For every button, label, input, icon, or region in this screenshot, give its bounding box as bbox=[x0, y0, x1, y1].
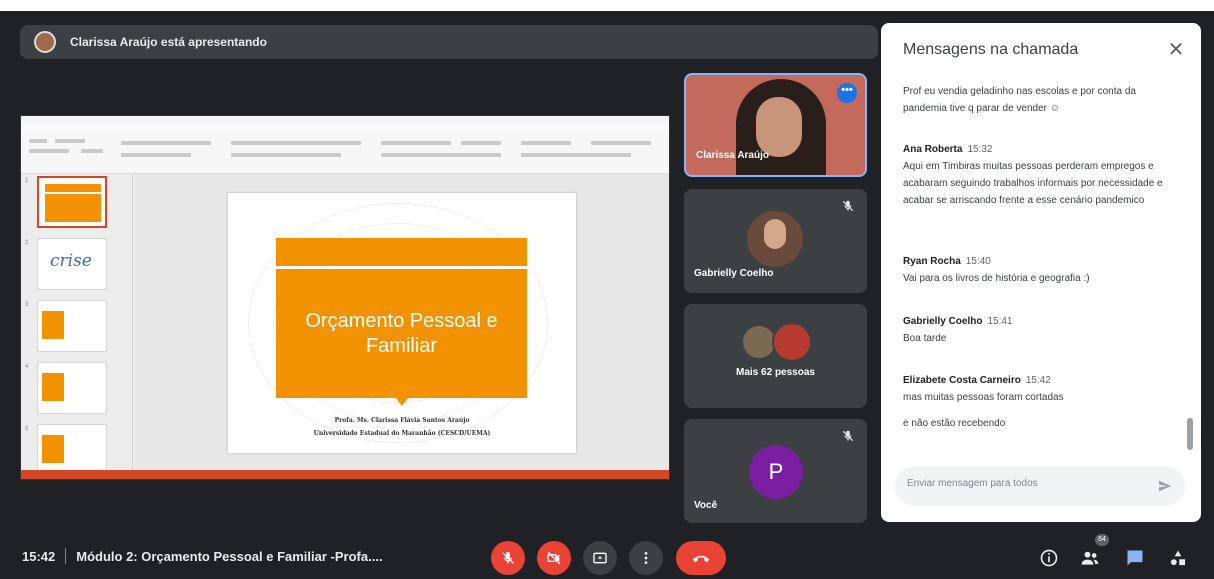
close-icon[interactable]: ✕ bbox=[1167, 40, 1185, 60]
send-icon[interactable] bbox=[1157, 478, 1173, 494]
slide-header-band bbox=[276, 238, 527, 266]
slide-thumbnail-1[interactable] bbox=[37, 176, 107, 228]
chat-message-input[interactable] bbox=[907, 478, 1147, 489]
chat-sender: Gabrielly Coelho bbox=[903, 316, 983, 327]
participant-name: Você bbox=[694, 500, 718, 511]
meeting-time: 15:42 bbox=[22, 548, 56, 564]
chat-sender: Elizabete Costa Carneiro bbox=[903, 375, 1021, 386]
participant-tile-you[interactable]: P Você bbox=[684, 419, 867, 523]
activities-button[interactable] bbox=[1166, 546, 1190, 570]
presenter-text: Clarissa Araújo está apresentando bbox=[70, 35, 267, 49]
slide-title-box: Orçamento Pessoal e Familiar bbox=[276, 269, 527, 398]
participant-photo bbox=[772, 322, 812, 362]
slide-author-line-1: Profa. Ms. Clarissa Flávia Santos Araújo bbox=[334, 417, 470, 424]
chat-sender: Ryan Rocha bbox=[903, 256, 961, 267]
slide-thumbnails: 1 2 crise 3 4 5 bbox=[21, 174, 133, 476]
chat-time: 15:32 bbox=[967, 144, 993, 155]
participant-name: Mais 62 pessoas bbox=[736, 367, 815, 378]
chat-message-text: Prof eu vendia geladinho nas escolas e p… bbox=[903, 86, 1136, 114]
meeting-info: 15:42 Módulo 2: Orçamento Pessoal e Fami… bbox=[22, 548, 383, 564]
presenter-banner: Clarissa Araújo está apresentando bbox=[20, 25, 878, 59]
chat-scrollbar[interactable] bbox=[1187, 418, 1193, 450]
powerpoint-menu bbox=[21, 124, 669, 133]
participant-name: Gabrielly Coelho bbox=[694, 268, 774, 279]
chat-message: Ana Roberta 15:32 Aqui em Timbiras muitas… bbox=[903, 141, 1177, 209]
chat-title: Mensagens na chamada bbox=[903, 41, 1079, 58]
present-screen-button[interactable] bbox=[583, 541, 617, 575]
participant-name: Clarissa Araújo bbox=[696, 150, 769, 161]
participant-tile-clarissa[interactable]: ••• Clarissa Araújo bbox=[684, 73, 867, 177]
avatar: P bbox=[749, 445, 803, 499]
chat-input-box[interactable] bbox=[895, 466, 1185, 506]
mic-toggle-button[interactable] bbox=[491, 541, 525, 575]
participant-tile-gabrielly[interactable]: Gabrielly Coelho bbox=[684, 189, 867, 293]
chat-sender: Ana Roberta bbox=[903, 144, 963, 155]
leave-call-button[interactable] bbox=[676, 541, 726, 575]
slide-title-pointer bbox=[395, 397, 409, 406]
chat-message-text: Vai para os livros de história e geograf… bbox=[903, 273, 1090, 284]
divider bbox=[65, 548, 67, 564]
slide-thumbnail-5[interactable] bbox=[37, 424, 107, 476]
mic-off-icon bbox=[842, 430, 854, 442]
people-button[interactable] bbox=[1078, 546, 1102, 570]
chat-message-text: mas muitas pessoas foram cortadas bbox=[903, 392, 1064, 403]
mic-off-icon bbox=[502, 552, 514, 564]
activities-icon bbox=[1170, 550, 1186, 566]
chat-message: Elizabete Costa Carneiro 15:42 mas muitas… bbox=[903, 372, 1177, 406]
camera-off-icon bbox=[547, 551, 561, 565]
chat-time: 15:40 bbox=[965, 256, 991, 267]
slide-thumbnail-2[interactable]: crise bbox=[37, 238, 107, 290]
presenter-avatar bbox=[34, 31, 56, 53]
participants-count-badge: 64 bbox=[1095, 534, 1109, 546]
current-slide: Orçamento Pessoal e Familiar Profa. Ms. … bbox=[228, 193, 576, 453]
participant-face bbox=[756, 97, 802, 157]
powerpoint-titlebar bbox=[21, 116, 669, 124]
chat-time: 15:41 bbox=[987, 316, 1013, 327]
present-icon bbox=[593, 552, 607, 564]
powerpoint-ribbon bbox=[21, 133, 669, 174]
chat-message: e não estão recebendo bbox=[903, 415, 1177, 432]
chat-message-text: Boa tarde bbox=[903, 333, 947, 344]
chat-message-text: Aqui em Timbiras muitas pessoas perderam… bbox=[903, 161, 1163, 206]
chat-message: Prof eu vendia geladinho nas escolas e p… bbox=[903, 83, 1177, 117]
chat-message: Ryan Rocha 15:40 Vai para os livros de hi… bbox=[903, 253, 1177, 287]
mic-off-icon bbox=[842, 200, 854, 212]
slide-thumbnail-3[interactable] bbox=[37, 300, 107, 352]
chat-icon bbox=[1127, 550, 1143, 566]
meeting-details-button[interactable] bbox=[1037, 546, 1061, 570]
more-vert-icon bbox=[644, 552, 648, 564]
camera-toggle-button[interactable] bbox=[537, 541, 571, 575]
chat-panel: Mensagens na chamada ✕ Prof eu vendia ge… bbox=[881, 23, 1201, 522]
powerpoint-statusbar bbox=[21, 470, 669, 479]
chat-message-text: e não estão recebendo bbox=[903, 418, 1006, 429]
people-icon bbox=[1081, 551, 1099, 565]
info-icon bbox=[1040, 549, 1058, 567]
more-dots-icon[interactable]: ••• bbox=[837, 83, 857, 103]
chat-time: 15:42 bbox=[1025, 375, 1051, 386]
slide-author-line-2: Universidade Estadual do Maranhão (CESCD… bbox=[313, 430, 491, 437]
more-options-button[interactable] bbox=[629, 541, 663, 575]
thumb-crise-text: crise bbox=[50, 251, 92, 271]
hang-up-icon bbox=[692, 555, 710, 563]
top-edge bbox=[0, 0, 1214, 11]
slide-title: Orçamento Pessoal e Familiar bbox=[305, 309, 498, 357]
chat-button[interactable] bbox=[1123, 546, 1147, 570]
chat-message: Gabrielly Coelho 15:41 Boa tarde bbox=[903, 313, 1177, 347]
meeting-title: Módulo 2: Orçamento Pessoal e Familiar -… bbox=[76, 548, 383, 564]
participant-photo bbox=[747, 211, 803, 267]
slide-thumbnail-4[interactable] bbox=[37, 362, 107, 414]
participant-tile-others[interactable]: Mais 62 pessoas bbox=[684, 304, 867, 408]
